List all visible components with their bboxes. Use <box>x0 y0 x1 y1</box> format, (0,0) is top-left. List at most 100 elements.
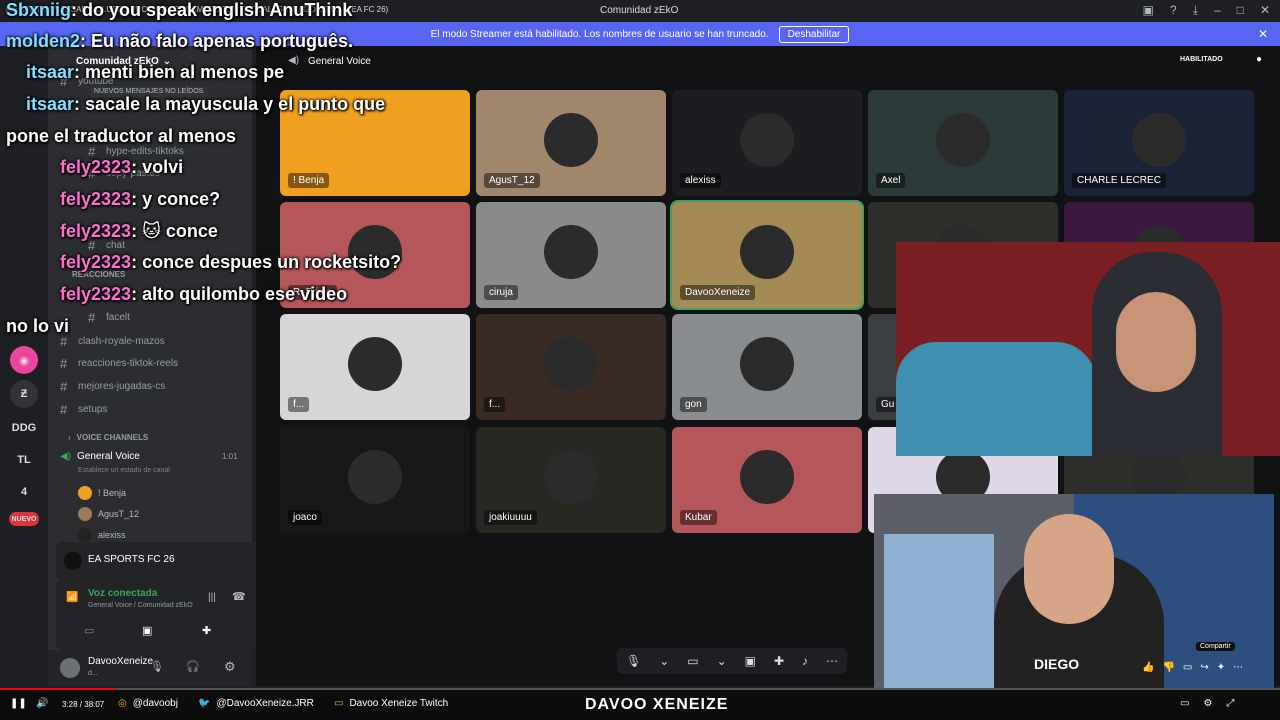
twitter-icon: 🐦 <box>198 698 211 709</box>
player-controls: ▭ ⚙ ⤢ <box>1180 698 1234 709</box>
chevron-down-icon[interactable]: ⌄ <box>717 654 727 668</box>
window-title: Comunidad zEkO <box>600 5 679 16</box>
sparkle-icon[interactable]: ✦ <box>1217 662 1225 673</box>
more-icon[interactable]: ⋯ <box>826 654 838 668</box>
category-voice-channels[interactable]: › VOICE CHANNELS <box>68 433 148 442</box>
server-tl[interactable]: TL <box>10 446 38 474</box>
channel-status-hint[interactable]: Establece un estado de canal <box>78 467 170 474</box>
participant-name: AgusT_12 <box>484 173 540 188</box>
chat-icon[interactable]: ● <box>1256 54 1262 65</box>
chat-line: molden2: Eu não falo apenas português. <box>6 31 354 51</box>
screen-share-icon[interactable]: ▣ <box>142 624 152 637</box>
volume-icon[interactable]: 🔊 <box>36 698 48 709</box>
chat-line: itsaar: menti bien al menos pe <box>26 62 285 82</box>
inbox-icon[interactable]: ▣ <box>1143 3 1154 18</box>
avatar <box>544 225 598 279</box>
subtitles-icon[interactable]: ▭ <box>1180 698 1189 709</box>
participant-name: gon <box>680 397 707 412</box>
emote-icon: 🐱 <box>142 221 161 241</box>
face-shape <box>1116 292 1196 392</box>
participant-tile[interactable]: alexiss <box>672 90 862 196</box>
participant-name: DavooXeneize <box>680 285 756 300</box>
gear-icon[interactable]: ⚙ <box>224 659 236 675</box>
avatar <box>544 450 598 504</box>
headset-icon[interactable]: 🎧 <box>186 660 200 673</box>
participant-name: f... <box>484 397 506 412</box>
settings-icon[interactable]: ⚙ <box>1203 698 1212 709</box>
help-icon[interactable]: ? <box>1170 3 1177 18</box>
message-actions: 👍 👎 ▭ ↪ ✦ ⋯ <box>1142 662 1243 673</box>
avatar <box>348 337 402 391</box>
activities-icon[interactable]: ✚ <box>774 654 784 668</box>
server-icon[interactable]: ◉ <box>10 346 38 374</box>
participant-tile[interactable]: DavooXeneize <box>670 200 864 310</box>
participant-name: ciruja <box>484 285 518 300</box>
server-4[interactable]: 4 <box>10 478 38 506</box>
camera-off-icon[interactable]: ▭ <box>687 654 698 668</box>
chat-line: fely2323: alto quilombo ese video <box>60 284 348 304</box>
participant-tile[interactable]: Kubar <box>672 427 862 533</box>
chat-line: fely2323: 🐱 conce <box>60 221 218 241</box>
twitter-handle: 🐦 @DavooXeneize.JRR <box>198 698 314 709</box>
close-button[interactable]: ✕ <box>1260 3 1270 18</box>
avatar <box>78 486 92 500</box>
channel-reacciones-tiktok-reels[interactable]: # reacciones-tiktok-reels <box>60 356 178 371</box>
disconnect-icon[interactable]: ☎ <box>232 590 246 603</box>
video-time: 3:28 / 38:07 <box>62 700 105 709</box>
server-ddg[interactable]: DDG <box>10 414 38 442</box>
close-icon[interactable]: ✕ <box>1258 27 1268 41</box>
mic-icon[interactable]: 🎙 <box>150 660 164 673</box>
participant-tile[interactable]: Axel <box>868 90 1058 196</box>
voice-user[interactable]: ! Benja <box>78 486 126 500</box>
participant-tile[interactable]: f... <box>476 314 666 420</box>
call-toolbar: 🎙 ⌄ ▭ ⌄ ▣ ✚ ♪ ⋯ <box>617 648 847 674</box>
chat-line: fely2323: volvi <box>60 157 184 177</box>
comment-icon[interactable]: ▭ <box>1183 662 1192 673</box>
pause-button[interactable]: ❚❚ <box>10 698 27 709</box>
stream-bottom-bar: ❚❚ 🔊 3:28 / 38:07 ◎ @davoobj 🐦 @DavooXenei… <box>0 690 1280 720</box>
chat-line: pone el traductor al menos <box>6 126 237 146</box>
participant-tile[interactable]: joaco <box>280 427 470 533</box>
participant-name: CHARLE LECREC <box>1072 173 1166 188</box>
disable-streamer-button[interactable]: Deshabilitar <box>778 25 850 43</box>
user-status: d... <box>88 670 98 677</box>
channel-mejores-jugadas-cs[interactable]: # mejores-jugadas-cs <box>60 379 165 394</box>
signal-icon: 📶 <box>66 592 79 603</box>
participant-name: joakiuuuu <box>484 510 537 525</box>
voice-channel-general[interactable]: ◀) General Voice 1:01 <box>60 451 238 462</box>
participant-tile[interactable]: CHARLE LECREC <box>1064 90 1254 196</box>
chevron-down-icon[interactable]: ⌄ <box>659 654 669 668</box>
channel-setups[interactable]: # setups <box>60 402 107 417</box>
participant-tile[interactable]: gon <box>672 314 862 420</box>
server-icon[interactable]: Ƶ <box>10 380 38 408</box>
voice-connected-sub[interactable]: General Voice / Comunidad zEkO <box>88 602 193 609</box>
participant-tile[interactable]: ciruja <box>476 202 666 308</box>
maximize-button[interactable]: □ <box>1237 3 1244 18</box>
participant-tile[interactable]: joakiuuuu <box>476 427 666 533</box>
voice-user[interactable]: alexiss <box>78 528 126 542</box>
participant-name: f... <box>288 397 310 412</box>
participant-tile[interactable]: AgusT_12 <box>476 90 666 196</box>
activities-icon[interactable]: ✚ <box>202 624 211 637</box>
mic-icon[interactable]: 🎙 <box>626 654 641 668</box>
thumbs-up-icon[interactable]: 👍 <box>1142 662 1154 673</box>
voice-user[interactable]: AgusT_12 <box>78 507 139 521</box>
thumbs-down-icon[interactable]: 👎 <box>1162 662 1174 673</box>
hash-icon: # <box>60 379 68 394</box>
poster-shape <box>884 534 994 714</box>
more-icon[interactable]: ⋯ <box>1233 662 1243 673</box>
avatar <box>1132 113 1186 167</box>
camera-icon[interactable]: ▭ <box>84 624 94 637</box>
avatar <box>936 113 990 167</box>
avatar <box>740 225 794 279</box>
stream-chat-overlay: Sbxniig: do you speak english AnuThink m… <box>0 0 460 340</box>
fullscreen-icon[interactable]: ⤢ <box>1226 698 1234 709</box>
minimize-button[interactable]: – <box>1214 3 1221 18</box>
download-icon[interactable]: ⤓ <box>1193 3 1198 18</box>
screen-share-icon[interactable]: ▣ <box>745 654 756 668</box>
chat-line: no lo vi <box>6 316 69 336</box>
share-icon[interactable]: ↪ <box>1200 662 1208 673</box>
avatar[interactable] <box>60 658 80 678</box>
noise-icon[interactable]: ||| <box>208 592 216 603</box>
soundboard-icon[interactable]: ♪ <box>802 654 808 668</box>
